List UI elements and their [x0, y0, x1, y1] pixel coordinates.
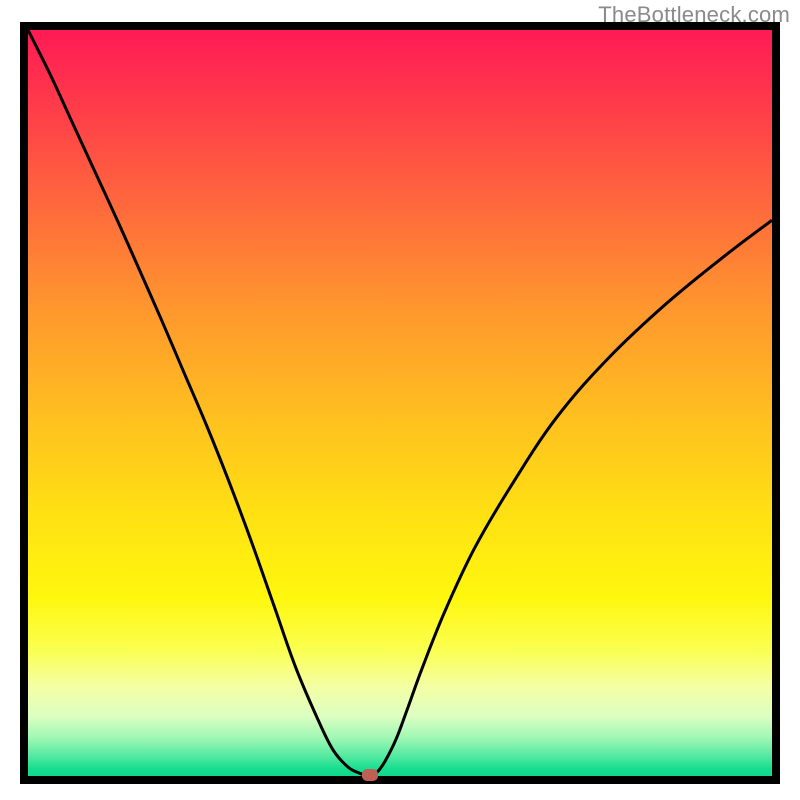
- bottleneck-curve: [28, 30, 772, 776]
- minimum-marker: [362, 769, 378, 781]
- watermark-text: TheBottleneck.com: [598, 2, 790, 28]
- chart-container: TheBottleneck.com: [0, 0, 800, 800]
- curve-path: [28, 30, 772, 775]
- plot-area: [20, 22, 780, 784]
